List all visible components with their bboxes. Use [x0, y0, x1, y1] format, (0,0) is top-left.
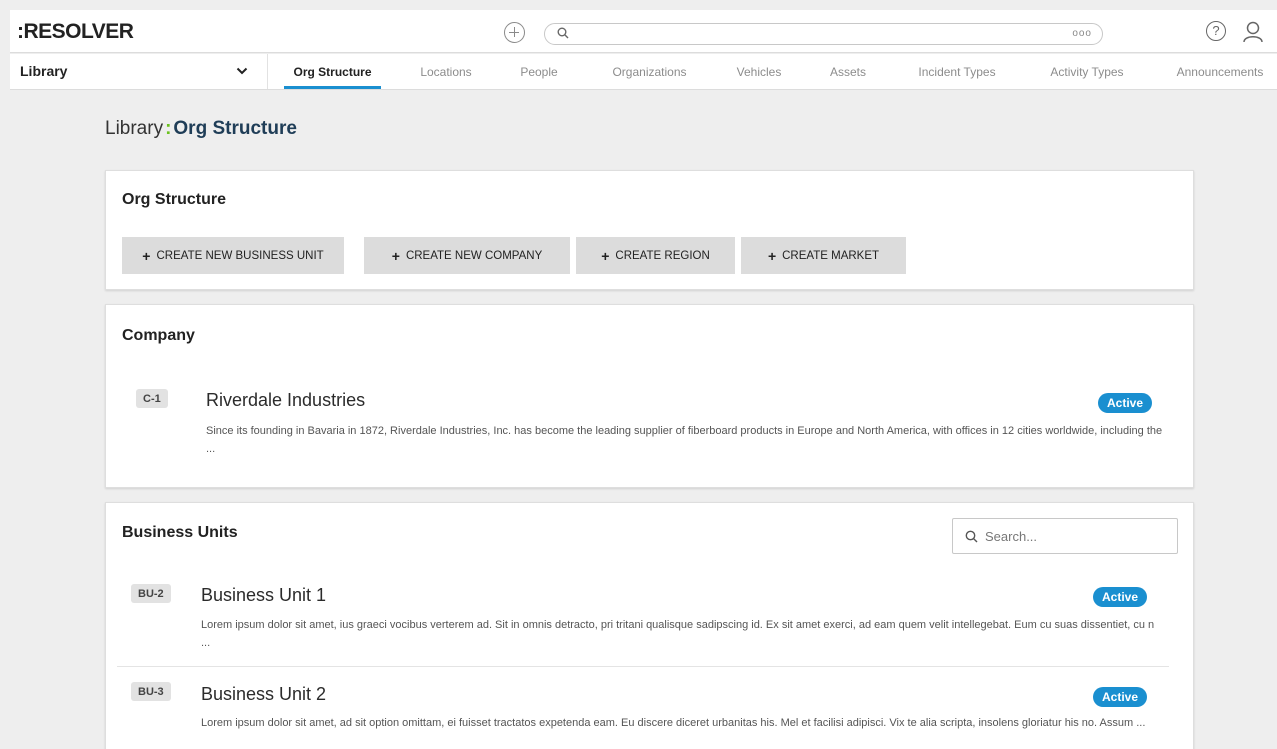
- business-unit-description: Lorem ipsum dolor sit amet, ius graeci v…: [201, 619, 1155, 649]
- search-options-icon[interactable]: ooo: [1072, 28, 1092, 39]
- business-units-search-input[interactable]: [985, 527, 1165, 545]
- business-units-card: Business Units BU-2 Business Unit 1 Acti…: [105, 502, 1194, 749]
- company-name[interactable]: Riverdale Industries: [206, 390, 365, 411]
- search-icon: [557, 27, 569, 39]
- tab-announcements[interactable]: Announcements: [1170, 54, 1270, 89]
- global-search-bar[interactable]: ooo: [544, 23, 1103, 45]
- business-unit-name[interactable]: Business Unit 2: [201, 684, 326, 705]
- plus-icon: +: [601, 247, 610, 264]
- chevron-down-icon: [236, 67, 248, 75]
- business-units-search[interactable]: [952, 518, 1178, 554]
- status-badge: Active: [1093, 587, 1148, 607]
- breadcrumb-root[interactable]: Library: [105, 118, 163, 139]
- tab-people[interactable]: People: [515, 54, 563, 89]
- tab-assets[interactable]: Assets: [823, 54, 873, 89]
- page-title: Org Structure: [173, 118, 297, 139]
- status-badge: Active: [1098, 393, 1153, 413]
- business-unit-code-badge: BU-3: [131, 682, 171, 701]
- library-selector[interactable]: Library: [10, 54, 268, 89]
- create-company-label: CREATE NEW COMPANY: [405, 249, 543, 262]
- tab-locations[interactable]: Locations: [415, 54, 477, 89]
- top-bar: :RESOLVER ooo ?: [10, 10, 1277, 53]
- breadcrumb-separator: :: [165, 118, 172, 139]
- company-description: Since its founding in Bavaria in 1872, R…: [206, 425, 1163, 455]
- create-region-button[interactable]: + CREATE REGION: [576, 237, 735, 274]
- add-icon[interactable]: [504, 22, 525, 43]
- resolver-logo[interactable]: :RESOLVER: [17, 20, 134, 44]
- tab-org-structure[interactable]: Org Structure: [284, 54, 381, 89]
- create-market-label: CREATE MARKET: [782, 249, 880, 262]
- list-divider: [117, 666, 1169, 667]
- create-market-button[interactable]: + CREATE MARKET: [741, 237, 906, 274]
- library-selector-label: Library: [20, 63, 68, 79]
- create-business-unit-button[interactable]: + CREATE NEW BUSINESS UNIT: [122, 237, 344, 274]
- tab-activity-types[interactable]: Activity Types: [1041, 54, 1133, 89]
- business-unit-description: Lorem ipsum dolor sit amet, ad sit optio…: [201, 717, 1146, 729]
- library-nav-bar: Library Org Structure Locations People O…: [10, 54, 1277, 90]
- create-company-button[interactable]: + CREATE NEW COMPANY: [364, 237, 570, 274]
- create-business-unit-label: CREATE NEW BUSINESS UNIT: [156, 249, 324, 262]
- org-structure-heading: Org Structure: [122, 191, 227, 208]
- search-icon: [965, 530, 978, 543]
- plus-icon: +: [391, 247, 400, 264]
- business-unit-name[interactable]: Business Unit 1: [201, 585, 326, 606]
- plus-icon: +: [142, 247, 151, 264]
- business-unit-code-badge: BU-2: [131, 584, 171, 603]
- tab-incident-types[interactable]: Incident Types: [908, 54, 1006, 89]
- tab-vehicles[interactable]: Vehicles: [731, 54, 787, 89]
- company-code-badge: C-1: [136, 389, 168, 408]
- plus-icon: +: [767, 247, 777, 264]
- tab-organizations[interactable]: Organizations: [601, 54, 698, 89]
- user-profile-icon[interactable]: [1241, 20, 1265, 44]
- org-structure-card: Org Structure + CREATE NEW BUSINESS UNIT …: [105, 170, 1194, 290]
- create-region-label: CREATE REGION: [615, 249, 710, 262]
- breadcrumb: Library: Org Structure: [105, 118, 297, 140]
- company-heading: Company: [122, 327, 195, 344]
- status-badge: Active: [1093, 687, 1148, 707]
- company-card: Company C-1 Riverdale Industries Active …: [105, 304, 1194, 488]
- help-icon[interactable]: ?: [1206, 21, 1226, 41]
- business-units-heading: Business Units: [122, 524, 238, 541]
